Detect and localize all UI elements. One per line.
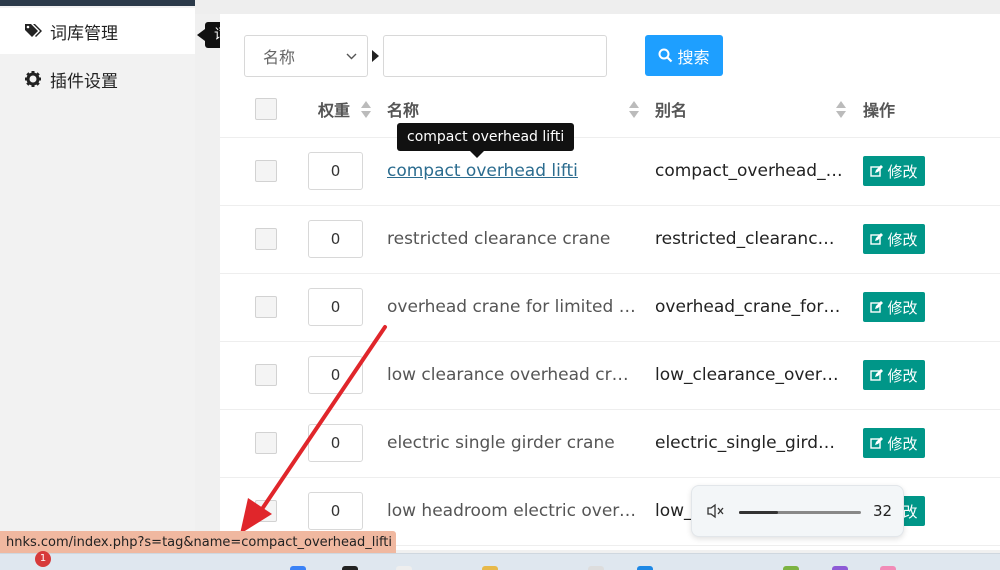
alias-text: low_clearance_overhead_crane	[655, 365, 845, 385]
table-row: 0 electric single girder crane electric_…	[220, 410, 1000, 478]
sort-icon[interactable]	[361, 101, 371, 119]
taskbar: 1	[0, 551, 1000, 570]
volume-value: 32	[873, 502, 893, 520]
edit-icon	[870, 436, 884, 449]
taskbar-app-icon[interactable]	[783, 566, 799, 570]
edit-button[interactable]: 修改	[863, 292, 925, 322]
search-input[interactable]	[383, 35, 607, 77]
status-url: hnks.com/index.php?s=tag&name=compact_ov…	[0, 531, 396, 555]
edit-button-label: 修改	[887, 298, 918, 317]
edit-button-label: 修改	[887, 434, 918, 453]
row-checkbox[interactable]	[255, 228, 277, 250]
name-tooltip: compact overhead lifti	[397, 123, 575, 158]
name-link[interactable]: overhead crane for limited w...	[387, 297, 637, 317]
sidebar-item-plugin-settings[interactable]: 插件设置	[0, 56, 195, 102]
edit-icon	[870, 300, 884, 313]
sidebar-item-tag-library[interactable]: 词库管理	[0, 8, 195, 54]
caret-right-icon	[372, 50, 379, 62]
table-header: 权重 名称 别名 操作	[220, 88, 1000, 138]
taskbar-app-icon[interactable]	[637, 566, 653, 570]
alias-text: electric_single_girder_crane	[655, 433, 845, 453]
edit-button[interactable]: 修改	[863, 428, 925, 458]
edit-button[interactable]: 修改	[863, 224, 925, 254]
gear-icon	[24, 71, 42, 87]
alias-text: overhead_crane_for_limited	[655, 297, 845, 317]
weight-input[interactable]: 0	[308, 152, 363, 190]
folder-icon[interactable]	[482, 566, 498, 570]
search-field-select[interactable]: 名称	[244, 35, 368, 77]
taskbar-app-icon[interactable]	[880, 566, 896, 570]
notification-badge[interactable]: 1	[35, 551, 51, 567]
edit-button-label: 修改	[887, 162, 918, 181]
name-link[interactable]: low clearance overhead crane	[387, 365, 637, 385]
chevron-down-icon	[346, 50, 357, 63]
alias-text: compact_overhead_lifti	[655, 161, 845, 181]
tags-icon	[24, 23, 42, 39]
volume-popup: 32	[691, 485, 904, 537]
edit-button-label: 修改	[887, 230, 918, 249]
weight-input[interactable]: 0	[308, 288, 363, 326]
name-link[interactable]: low headroom electric overh...	[387, 501, 637, 521]
edit-icon	[870, 368, 884, 381]
alias-text: restricted_clearance_crane	[655, 229, 845, 249]
header-action: 操作	[863, 101, 896, 120]
sort-icon[interactable]	[836, 101, 846, 119]
row-checkbox[interactable]	[255, 296, 277, 318]
volume-slider[interactable]	[739, 511, 861, 514]
name-link[interactable]: restricted clearance crane	[387, 229, 637, 249]
header-weight[interactable]: 权重	[318, 88, 350, 138]
sidebar-item-label: 插件设置	[50, 71, 118, 92]
speaker-muted-icon[interactable]	[706, 503, 726, 523]
search-icon	[658, 48, 673, 63]
weight-input[interactable]: 0	[308, 424, 363, 462]
volume-slider-fill	[739, 511, 779, 514]
taskbar-app-icon[interactable]	[588, 566, 604, 570]
row-checkbox[interactable]	[255, 364, 277, 386]
edit-button[interactable]: 修改	[863, 360, 925, 390]
weight-input[interactable]: 0	[308, 356, 363, 394]
table-row: 0 restricted clearance crane restricted_…	[220, 206, 1000, 274]
weight-input[interactable]: 0	[308, 492, 363, 530]
edit-icon	[870, 232, 884, 245]
taskbar-app-icon[interactable]	[832, 566, 848, 570]
row-checkbox[interactable]	[255, 500, 277, 522]
table-row: 0 overhead crane for limited w... overhe…	[220, 274, 1000, 342]
edit-button[interactable]: 修改	[863, 156, 925, 186]
windows-start-icon[interactable]	[290, 566, 306, 570]
table-row: 0 low clearance overhead crane low_clear…	[220, 342, 1000, 410]
select-all-checkbox[interactable]	[255, 98, 277, 120]
search-bar: 名称	[244, 35, 607, 77]
search-taskbar-icon[interactable]	[342, 566, 358, 570]
sidebar-item-label: 词库管理	[50, 23, 118, 44]
top-strip	[195, 0, 1000, 14]
edit-icon	[870, 164, 884, 177]
name-link[interactable]: compact overhead lifti	[387, 161, 637, 181]
header-alias[interactable]: 别名	[655, 88, 687, 138]
search-button[interactable]: 搜索	[645, 35, 723, 76]
edit-button-label: 修改	[887, 366, 918, 385]
row-checkbox[interactable]	[255, 160, 277, 182]
sort-icon[interactable]	[629, 101, 639, 119]
weight-input[interactable]: 0	[308, 220, 363, 258]
search-field-value: 名称	[263, 48, 296, 67]
name-link[interactable]: electric single girder crane	[387, 433, 637, 453]
row-checkbox[interactable]	[255, 432, 277, 454]
taskbar-app-icon[interactable]	[396, 566, 412, 570]
table-row: 0 compact overhead lifti compact_overhea…	[220, 138, 1000, 206]
sidebar: 词库管理 插件设置	[0, 0, 195, 550]
sidebar-top-bar	[0, 0, 195, 6]
search-button-label: 搜索	[677, 47, 710, 67]
